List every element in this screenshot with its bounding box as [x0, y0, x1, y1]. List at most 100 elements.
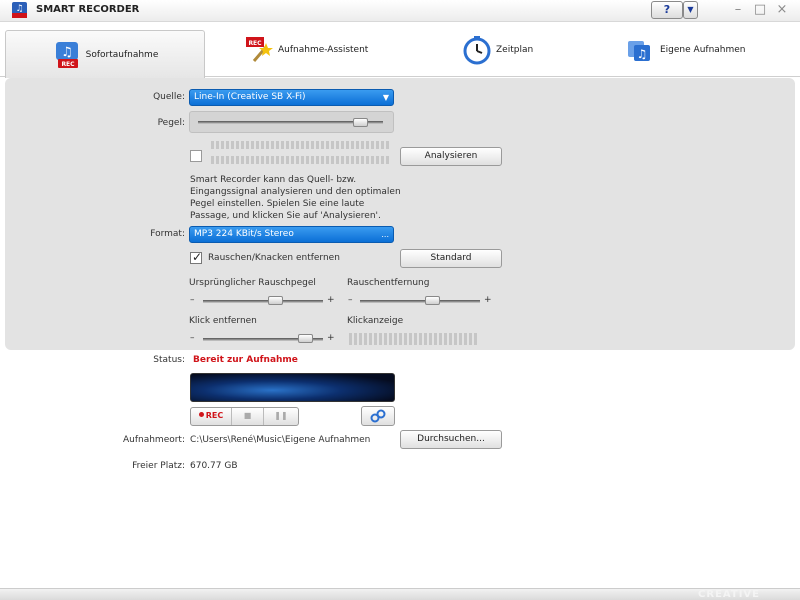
clock-icon [462, 35, 492, 65]
meter-segment [384, 333, 387, 345]
meter-segment [459, 333, 462, 345]
meter-segment [354, 333, 357, 345]
meter-segment [246, 156, 249, 164]
status-label: Status: [153, 355, 185, 365]
format-dropdown[interactable]: MP3 224 KBit/s Stereo ... [189, 226, 394, 243]
tab-zeitplan[interactable]: Zeitplan [462, 22, 533, 77]
meter-segment [386, 156, 389, 164]
meter-segment [341, 156, 344, 164]
footer-bar: CREATIVE [0, 588, 800, 600]
level-slider[interactable] [189, 111, 394, 133]
checkmark-icon: ✓ [192, 250, 203, 264]
meter-segment [376, 156, 379, 164]
meter-segment [366, 156, 369, 164]
meter-segment [276, 156, 279, 164]
help-menu-arrow-icon[interactable]: ▼ [683, 1, 698, 19]
meter-segment [276, 141, 279, 149]
meter-segment [226, 141, 229, 149]
click-removal-slider-thumb[interactable] [298, 334, 313, 343]
meter-segment [414, 333, 417, 345]
tab-label: Sofortaufnahme [85, 49, 159, 60]
meter-segment [374, 333, 377, 345]
original-noise-slider-thumb[interactable] [268, 296, 283, 305]
original-noise-label: Ursprünglicher Rauschpegel [189, 278, 316, 288]
meter-segment [439, 333, 442, 345]
meter-segment [444, 333, 447, 345]
source-label: Quelle: [153, 92, 185, 102]
destination-path: C:\Users\René\Music\Eigene Aufnahmen [190, 435, 371, 445]
meter-segment [226, 156, 229, 164]
meter-segment [236, 156, 239, 164]
meter-segment [381, 141, 384, 149]
meter-segment [266, 141, 269, 149]
meter-segment [216, 141, 219, 149]
analyze-button[interactable]: Analysieren [400, 147, 502, 166]
original-noise-slider[interactable] [203, 300, 323, 303]
tab-aufnahme-assistent[interactable]: REC Aufnahme-Assistent [244, 22, 368, 77]
meter-segment [236, 141, 239, 149]
click-removal-label: Klick entfernen [189, 316, 257, 326]
chain-link-button[interactable] [361, 406, 395, 426]
meter-segment [361, 141, 364, 149]
meter-segment [419, 333, 422, 345]
level-meter-top [211, 141, 389, 149]
meter-segment [326, 141, 329, 149]
status-value: Bereit zur Aufnahme [193, 355, 298, 365]
meter-segment [394, 333, 397, 345]
meter-segment [251, 141, 254, 149]
free-space-value: 670.77 GB [190, 461, 238, 471]
meter-segment [251, 156, 254, 164]
tab-label: Eigene Aufnahmen [660, 44, 746, 55]
noise-removal-slider-thumb[interactable] [425, 296, 440, 305]
meter-segment [361, 156, 364, 164]
meter-segment [281, 156, 284, 164]
meter-segment [286, 156, 289, 164]
meter-segment [306, 156, 309, 164]
meter-segment [271, 156, 274, 164]
meter-segment [366, 141, 369, 149]
browse-button[interactable]: Durchsuchen... [400, 430, 502, 449]
minimize-button[interactable]: – [730, 1, 746, 19]
plus-icon: + [484, 295, 492, 305]
meter-segment [261, 141, 264, 149]
record-button[interactable]: REC [191, 408, 232, 425]
meter-segment [311, 141, 314, 149]
analyze-checkbox[interactable] [190, 150, 202, 162]
meter-segment [454, 333, 457, 345]
stop-button[interactable]: ■ [232, 408, 264, 425]
meter-segment [266, 156, 269, 164]
source-dropdown[interactable]: Line-In (Creative SB X-Fi) ▼ [189, 89, 394, 106]
plus-icon: + [327, 295, 335, 305]
meter-segment [211, 156, 214, 164]
format-value: MP3 224 KBit/s Stereo [194, 229, 294, 239]
noise-removal-slider[interactable] [360, 300, 480, 303]
help-button[interactable]: ? [651, 1, 683, 19]
noise-removal-checkbox[interactable]: ✓ [190, 250, 203, 264]
creative-logo: CREATIVE [698, 589, 760, 600]
smart-recorder-app-icon: ♫ [11, 1, 28, 19]
tab-label: Zeitplan [496, 44, 534, 55]
chain-link-icon [370, 409, 386, 423]
more-options-icon: ... [381, 230, 389, 239]
meter-segment [231, 141, 234, 149]
standard-button[interactable]: Standard [400, 249, 502, 268]
meter-segment [376, 141, 379, 149]
tab-eigene-aufnahmen[interactable]: ♫ Eigene Aufnahmen [626, 22, 746, 77]
svg-text:♫: ♫ [15, 4, 23, 14]
meter-segment [331, 156, 334, 164]
meter-segment [211, 141, 214, 149]
transport-controls: REC ■ ❚❚ [190, 407, 299, 426]
meter-segment [336, 156, 339, 164]
meter-segment [404, 333, 407, 345]
maximize-button[interactable]: □ [752, 1, 768, 19]
instant-record-icon: ♫ REC [52, 40, 82, 70]
level-slider-thumb[interactable] [353, 118, 368, 127]
pause-icon: ❚❚ [274, 411, 288, 420]
tab-sofortaufnahme[interactable]: ♫ REC Sofortaufnahme [5, 30, 205, 78]
svg-text:REC: REC [61, 61, 75, 68]
click-display-label: Klickanzeige [347, 316, 404, 326]
pause-button[interactable]: ❚❚ [264, 408, 298, 425]
close-button[interactable]: × [774, 1, 790, 19]
svg-text:♫: ♫ [637, 47, 648, 61]
meter-segment [261, 156, 264, 164]
